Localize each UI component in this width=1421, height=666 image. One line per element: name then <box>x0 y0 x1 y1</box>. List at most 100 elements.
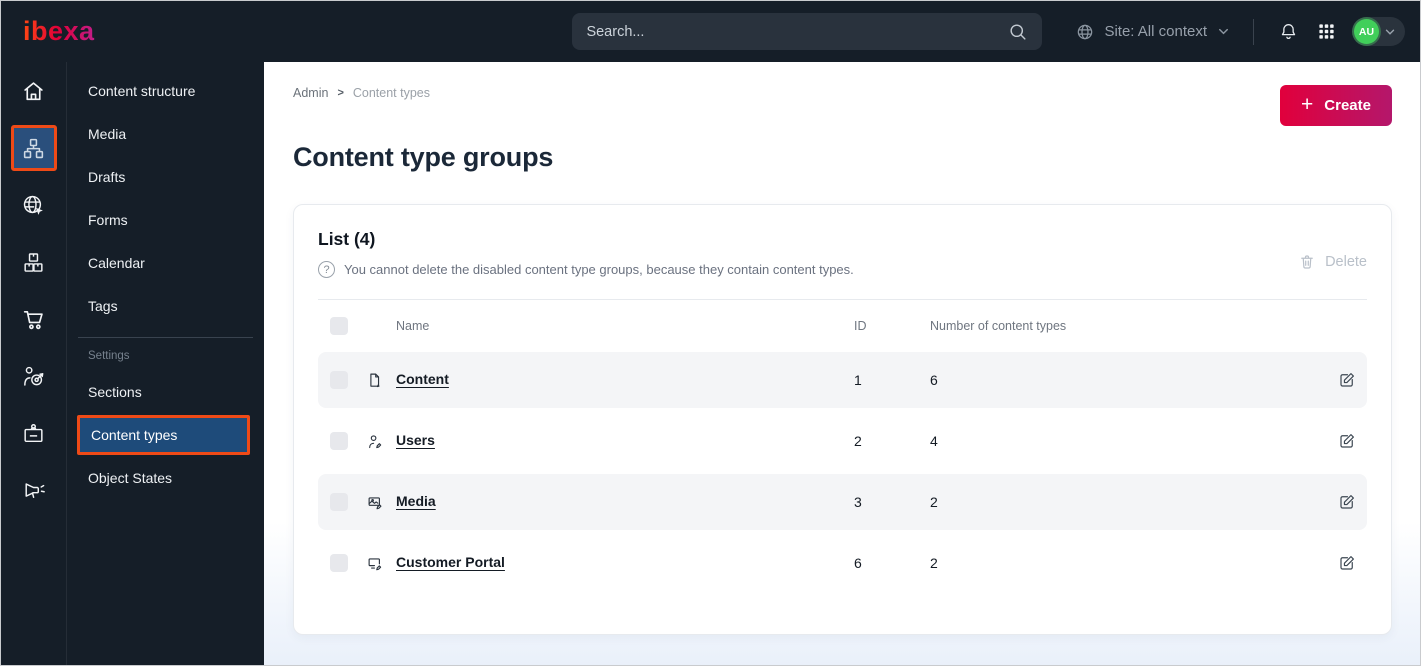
apps-menu-button[interactable] <box>1315 20 1338 43</box>
list-card: List (4) ? You cannot delete the disable… <box>293 204 1392 635</box>
topbar-right-cluster: Site: All context AU <box>1075 17 1405 46</box>
admin-badge-icon <box>21 421 46 446</box>
personalization-target-icon <box>21 364 46 389</box>
table-row: Content 1 6 <box>318 352 1367 408</box>
image-icon <box>364 494 396 511</box>
column-header-id: ID <box>854 319 867 333</box>
icon-rail <box>1 62 66 665</box>
edit-icon <box>1338 493 1356 511</box>
sidebar-item-sections[interactable]: Sections <box>67 370 264 413</box>
avatar: AU <box>1354 19 1379 44</box>
breadcrumb-content-types: Content types <box>352 86 431 100</box>
edit-icon <box>1338 371 1356 389</box>
table-row: Customer Portal 6 2 <box>318 535 1367 591</box>
product-boxes-icon <box>21 250 46 275</box>
edit-button[interactable] <box>1327 493 1367 511</box>
breadcrumb-admin[interactable]: Admin <box>293 86 328 100</box>
home-icon <box>21 79 46 104</box>
group-count: 2 <box>930 555 938 571</box>
content-structure-icon <box>21 136 46 161</box>
help-icon: ? <box>318 261 335 278</box>
rail-content-structure-button[interactable] <box>10 125 57 171</box>
breadcrumb: Admin > Content types <box>293 86 1392 100</box>
user-menu[interactable]: AU <box>1352 17 1405 46</box>
group-link[interactable]: Users <box>396 432 435 448</box>
row-checkbox[interactable] <box>330 371 348 389</box>
edit-icon <box>1338 554 1356 572</box>
create-button[interactable]: + Create <box>1280 85 1392 126</box>
row-checkbox[interactable] <box>330 554 348 572</box>
table-row: Media 3 2 <box>318 474 1367 530</box>
info-row: ? You cannot delete the disabled content… <box>318 261 854 278</box>
sidebar-item-forms[interactable]: Forms <box>67 198 264 241</box>
sidebar-item-tags[interactable]: Tags <box>67 284 264 327</box>
search-icon[interactable] <box>1008 22 1028 42</box>
rail-personalization-button[interactable] <box>11 353 57 399</box>
group-link[interactable]: Media <box>396 493 436 509</box>
site-context-label: Site: All context <box>1104 23 1207 40</box>
row-checkbox[interactable] <box>330 432 348 450</box>
group-id: 6 <box>854 555 862 571</box>
sidebar-divider <box>78 337 253 338</box>
plus-icon: + <box>1301 93 1314 116</box>
group-id: 1 <box>854 372 862 388</box>
edit-button[interactable] <box>1327 432 1367 450</box>
group-id: 2 <box>854 433 862 449</box>
app-window: ibexa Site: All context <box>0 0 1421 666</box>
group-count: 6 <box>930 372 938 388</box>
column-header-name: Name <box>396 319 430 333</box>
bell-icon <box>1278 21 1299 42</box>
group-count: 2 <box>930 494 938 510</box>
rail-home-button[interactable] <box>11 68 57 114</box>
page-title: Content type groups <box>293 142 554 172</box>
search-bar[interactable] <box>572 13 1043 50</box>
file-icon <box>364 372 396 389</box>
grid-icon <box>1317 22 1336 41</box>
sidebar-section-label: Settings <box>88 350 130 362</box>
user-icon <box>364 433 396 450</box>
sidebar-item-media[interactable]: Media <box>67 112 264 155</box>
info-text: You cannot delete the disabled content t… <box>344 262 854 277</box>
topbar: ibexa Site: All context <box>1 1 1420 62</box>
rail-campaign-button[interactable] <box>11 467 57 513</box>
notifications-button[interactable] <box>1276 19 1301 44</box>
trash-icon <box>1298 253 1316 271</box>
edit-button[interactable] <box>1327 371 1367 389</box>
rail-product-catalog-button[interactable] <box>11 239 57 285</box>
edit-button[interactable] <box>1327 554 1367 572</box>
shopping-cart-icon <box>21 307 46 332</box>
breadcrumb-separator-icon: > <box>337 87 344 99</box>
rail-commerce-button[interactable] <box>11 296 57 342</box>
sidebar-item-calendar[interactable]: Calendar <box>67 241 264 284</box>
search-input[interactable] <box>586 23 1009 40</box>
group-count: 4 <box>930 433 938 449</box>
rail-admin-button[interactable] <box>11 410 57 456</box>
rail-site-button[interactable] <box>11 182 57 228</box>
group-link[interactable]: Customer Portal <box>396 554 505 570</box>
main-content: Admin > Content types + Create Content t… <box>264 62 1420 665</box>
sidebar-item-content-types[interactable]: Content types <box>77 415 250 455</box>
select-all-checkbox[interactable] <box>330 317 348 335</box>
sidebar-item-object-states[interactable]: Object States <box>67 456 264 499</box>
group-link[interactable]: Content <box>396 371 449 387</box>
create-button-label: Create <box>1324 97 1371 114</box>
sidebar-item-drafts[interactable]: Drafts <box>67 155 264 198</box>
sidebar: Content structure Media Drafts Forms Cal… <box>66 62 264 665</box>
content-type-groups-table: Name ID Number of content types Content … <box>318 299 1367 591</box>
site-context-selector[interactable]: Site: All context <box>1075 22 1231 42</box>
sidebar-item-content-structure[interactable]: Content structure <box>67 69 264 112</box>
chevron-down-icon <box>1383 25 1397 39</box>
delete-button[interactable]: Delete <box>1298 245 1367 278</box>
row-checkbox[interactable] <box>330 493 348 511</box>
site-globe-icon <box>21 193 46 218</box>
globe-icon <box>1075 22 1095 42</box>
group-id: 3 <box>854 494 862 510</box>
list-title: List (4) <box>318 229 376 249</box>
ibexa-logo[interactable]: ibexa <box>23 16 95 47</box>
delete-button-label: Delete <box>1325 253 1367 270</box>
column-header-count: Number of content types <box>930 319 1067 333</box>
table-header-row: Name ID Number of content types <box>318 300 1367 352</box>
monitor-icon <box>364 555 396 572</box>
topbar-divider <box>1253 18 1254 45</box>
table-row: Users 2 4 <box>318 413 1367 469</box>
